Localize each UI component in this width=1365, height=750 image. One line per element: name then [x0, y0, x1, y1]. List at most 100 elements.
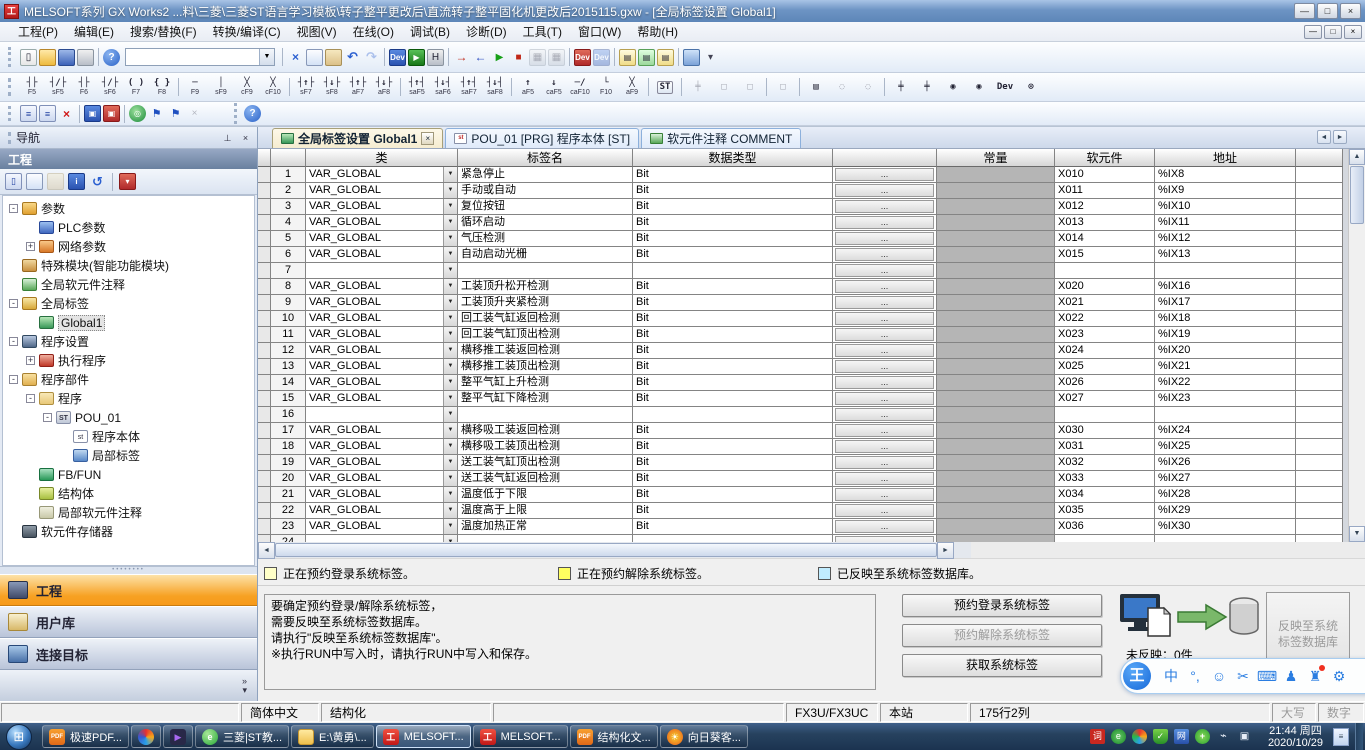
- row-number[interactable]: 19: [271, 455, 306, 471]
- device-cell[interactable]: X026: [1055, 375, 1155, 391]
- row-number[interactable]: 24: [271, 535, 306, 542]
- device-cell[interactable]: X023: [1055, 327, 1155, 343]
- data-type-browse-button[interactable]: ...: [835, 472, 934, 485]
- data-type-browse-button[interactable]: ...: [835, 424, 934, 437]
- comment-cell[interactable]: [1296, 535, 1343, 542]
- label-name-cell[interactable]: 紧急停止: [458, 167, 633, 183]
- data-type-cell[interactable]: Bit: [633, 519, 833, 535]
- data-type-cell[interactable]: Bit: [633, 471, 833, 487]
- chevron-down-icon[interactable]: ▼: [443, 183, 457, 198]
- address-cell[interactable]: %IX18: [1155, 311, 1296, 327]
- tray-shield-icon[interactable]: ✓: [1153, 729, 1168, 744]
- data-type-cell[interactable]: Bit: [633, 231, 833, 247]
- data-type-browse-button[interactable]: ...: [835, 536, 934, 542]
- data-type-browse-button[interactable]: ...: [835, 376, 934, 389]
- row-indicator[interactable]: [258, 439, 271, 455]
- class-cell[interactable]: ▼: [306, 407, 458, 423]
- ime-logo-icon[interactable]: 王: [1123, 662, 1151, 690]
- data-type-cell[interactable]: Bit: [633, 247, 833, 263]
- tree-item[interactable]: -全局标签: [3, 294, 254, 313]
- chevron-down-icon[interactable]: ▼: [443, 215, 457, 230]
- ladder-symbol-icon[interactable]: ╳cF9: [235, 78, 259, 97]
- minimize-button[interactable]: —: [1294, 3, 1315, 19]
- device-cell[interactable]: X031: [1055, 439, 1155, 455]
- nav-close-icon[interactable]: ×: [238, 131, 253, 145]
- ladder-symbol-icon[interactable]: ST: [653, 81, 677, 94]
- copy-icon[interactable]: [306, 49, 323, 66]
- data-type-cell[interactable]: [633, 535, 833, 542]
- data-type-cell[interactable]: Bit: [633, 359, 833, 375]
- tree-expander-icon[interactable]: +: [26, 242, 35, 251]
- device-cell[interactable]: X020: [1055, 279, 1155, 295]
- chevron-down-icon[interactable]: ▼: [443, 503, 457, 518]
- class-cell[interactable]: VAR_GLOBAL▼: [306, 327, 458, 343]
- device-test-icon[interactable]: Dev: [574, 49, 591, 66]
- address-cell[interactable]: %IX28: [1155, 487, 1296, 503]
- row-number[interactable]: 16: [271, 407, 306, 423]
- pin-icon[interactable]: ⊥: [220, 131, 235, 145]
- chevron-down-icon[interactable]: ▼: [443, 439, 457, 454]
- chevron-down-icon[interactable]: ▼: [443, 231, 457, 246]
- class-cell[interactable]: VAR_GLOBAL▼: [306, 455, 458, 471]
- tree-item[interactable]: -STPOU_01: [3, 408, 254, 427]
- tree-item[interactable]: 全局软元件注释: [3, 275, 254, 294]
- ladder-symbol-icon[interactable]: ↓caF5: [542, 78, 566, 97]
- label-name-cell[interactable]: 送工装气缸返回检测: [458, 471, 633, 487]
- tab-document[interactable]: stPOU_01 [PRG] 程序本体 [ST]: [445, 128, 639, 148]
- tray-network-icon[interactable]: ▣: [1237, 729, 1252, 744]
- row-number[interactable]: 4: [271, 215, 306, 231]
- address-cell[interactable]: %IX16: [1155, 279, 1296, 295]
- ladder-symbol-icon[interactable]: │sF9: [209, 78, 233, 97]
- data-type-cell[interactable]: Bit: [633, 199, 833, 215]
- comment-cell[interactable]: [1296, 375, 1343, 391]
- comment-cell[interactable]: [1296, 471, 1343, 487]
- ime-settings-icon[interactable]: ⚙: [1327, 668, 1351, 685]
- chevron-down-icon[interactable]: ▼: [443, 279, 457, 294]
- row-indicator[interactable]: [258, 487, 271, 503]
- tree-item[interactable]: 局部标签: [3, 446, 254, 465]
- tab-scroll-left-icon[interactable]: ◄: [1317, 130, 1331, 144]
- taskbar-app[interactable]: PDF结构化文...: [570, 725, 658, 748]
- menu-item[interactable]: 调试(B): [402, 21, 458, 42]
- ladder-symbol-icon[interactable]: ⊙: [1019, 82, 1043, 93]
- chevron-down-icon[interactable]: ▼: [443, 327, 457, 342]
- register-device-comment2-icon[interactable]: ▣: [103, 105, 120, 122]
- show-desktop-button[interactable]: [1355, 723, 1363, 750]
- data-type-cell[interactable]: Bit: [633, 423, 833, 439]
- comment-cell[interactable]: [1296, 519, 1343, 535]
- class-cell[interactable]: ▼: [306, 263, 458, 279]
- label-name-cell[interactable]: [458, 407, 633, 423]
- address-cell[interactable]: %IX20: [1155, 343, 1296, 359]
- address-cell[interactable]: [1155, 407, 1296, 423]
- row-indicator[interactable]: [258, 375, 271, 391]
- chevron-down-icon[interactable]: ▼: [443, 455, 457, 470]
- row-number[interactable]: 17: [271, 423, 306, 439]
- mdi-minimize-button[interactable]: —: [1304, 25, 1322, 39]
- class-cell[interactable]: VAR_GLOBAL▼: [306, 487, 458, 503]
- chevron-down-icon[interactable]: ▼: [443, 519, 457, 534]
- class-cell[interactable]: VAR_GLOBAL▼: [306, 199, 458, 215]
- ladder-symbol-icon[interactable]: ┤↑├sF7: [294, 78, 318, 97]
- device-cell[interactable]: [1055, 535, 1155, 542]
- row-indicator[interactable]: [258, 247, 271, 263]
- row-number[interactable]: 14: [271, 375, 306, 391]
- class-cell[interactable]: VAR_GLOBAL▼: [306, 375, 458, 391]
- tree-item[interactable]: 软元件存储器: [3, 522, 254, 541]
- label-name-cell[interactable]: 整平气缸下降检测: [458, 391, 633, 407]
- device-cell[interactable]: X034: [1055, 487, 1155, 503]
- horizontal-scroll-thumb[interactable]: [275, 543, 937, 557]
- address-cell[interactable]: %IX9: [1155, 183, 1296, 199]
- scroll-right-icon[interactable]: ►: [937, 542, 954, 559]
- data-type-cell[interactable]: Bit: [633, 391, 833, 407]
- comment-cell[interactable]: [1296, 295, 1343, 311]
- row-number[interactable]: 2: [271, 183, 306, 199]
- ladder-symbol-icon[interactable]: ─F9: [183, 78, 207, 97]
- maximize-button[interactable]: □: [1317, 3, 1338, 19]
- start-button[interactable]: ⊞: [6, 724, 32, 750]
- data-type-browse-button[interactable]: ...: [835, 232, 934, 245]
- import-label2-icon[interactable]: ⚑: [167, 105, 184, 122]
- address-cell[interactable]: %IX26: [1155, 455, 1296, 471]
- comment-cell[interactable]: [1296, 423, 1343, 439]
- address-cell[interactable]: %IX27: [1155, 471, 1296, 487]
- chevron-down-icon[interactable]: ▼: [443, 391, 457, 406]
